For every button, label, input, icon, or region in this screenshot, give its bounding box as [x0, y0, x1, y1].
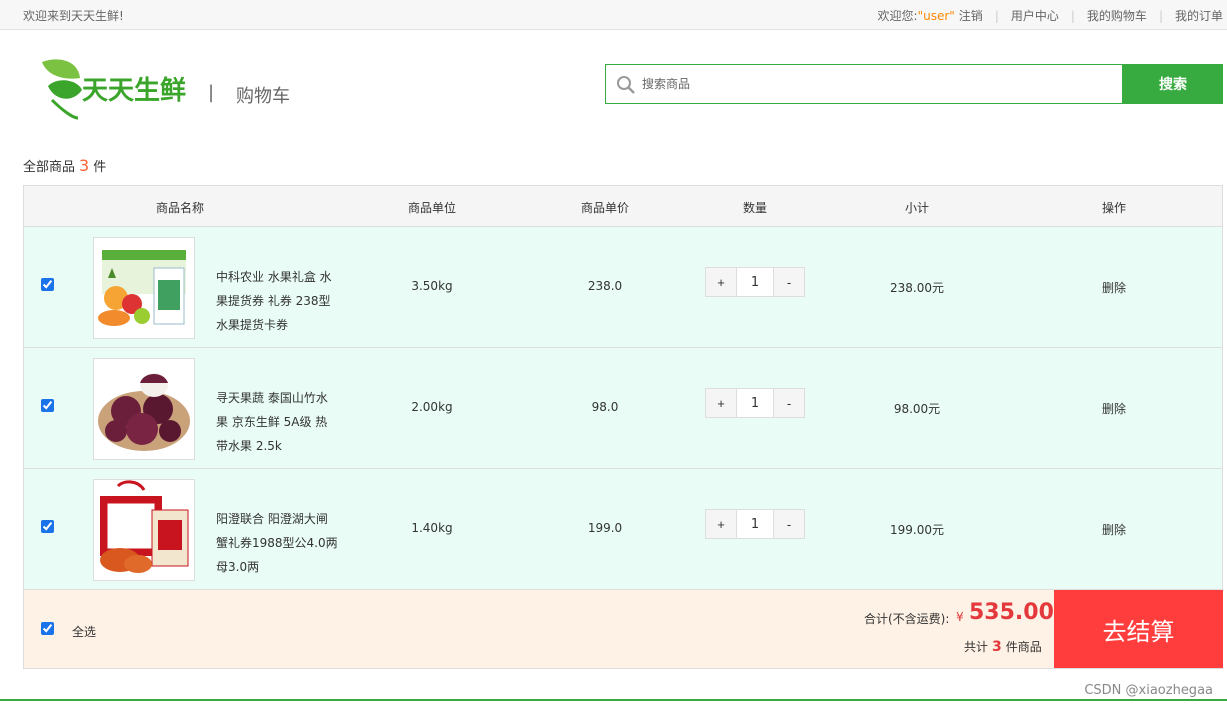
select-all-checkbox[interactable]	[41, 622, 54, 635]
delete-link[interactable]: 删除	[1102, 279, 1126, 296]
crab-gift-box-icon	[94, 480, 194, 580]
decrease-button[interactable]: -	[774, 268, 804, 296]
divider: |	[1158, 8, 1163, 23]
product-unit: 3.50kg	[411, 279, 453, 293]
summary-count: 3	[79, 156, 90, 175]
search-button[interactable]: 搜索	[1123, 64, 1223, 104]
top-bar: 欢迎来到天天生鲜! 欢迎您: "user" 注销 | 用户中心 | 我的购物车 …	[0, 0, 1227, 30]
quantity-stepper: + -	[705, 388, 805, 418]
count-prefix: 共计	[964, 640, 989, 654]
increase-button[interactable]: +	[706, 389, 736, 417]
divider: |	[994, 8, 999, 23]
summary-prefix: 全部商品	[23, 160, 76, 175]
product-name[interactable]: 阳澄联合 阳澄湖大闸蟹礼券1988型公4.0两母3.0两	[216, 507, 338, 579]
topbar-links: 欢迎您: "user" 注销 | 用户中心 | 我的购物车 | 我的订单	[878, 7, 1223, 24]
welcome-text: 欢迎来到天天生鲜!	[23, 9, 124, 23]
quantity-stepper: + -	[705, 267, 805, 297]
product-price: 238.0	[587, 279, 623, 293]
cart-count-summary: 全部商品 3 件	[23, 156, 106, 175]
product-price: 98.0	[591, 400, 619, 414]
header-action: 操作	[1101, 201, 1127, 215]
watermark: CSDN @xiaozhegaa	[1084, 683, 1213, 698]
total-price: 535.00	[969, 600, 1054, 625]
select-all-label[interactable]: 全选	[72, 623, 96, 640]
mangosteen-icon	[94, 359, 194, 459]
increase-button[interactable]: +	[706, 510, 736, 538]
quantity-input[interactable]	[736, 389, 774, 417]
summary-suffix: 件	[93, 160, 107, 175]
product-price: 199.0	[587, 521, 623, 535]
search-input[interactable]	[642, 65, 1112, 103]
product-unit: 2.00kg	[411, 400, 453, 414]
count-suffix: 件商品	[1005, 640, 1042, 654]
delete-link[interactable]: 删除	[1102, 521, 1126, 538]
count-value: 3	[992, 639, 1002, 655]
header-divider: |	[208, 82, 215, 103]
search-icon	[617, 76, 635, 94]
row-checkbox[interactable]	[41, 520, 54, 533]
header-price: 商品单价	[580, 201, 630, 215]
quantity-input[interactable]	[736, 268, 774, 296]
total-count: 共计 3 件商品	[964, 638, 1042, 655]
cart-footer: 全选 合计(不含运费): ¥ 535.00 共计 3 件商品 去结算	[24, 590, 1223, 668]
my-cart-link[interactable]: 我的购物车	[1087, 7, 1147, 24]
total-label: 合计(不含运费):	[864, 612, 950, 626]
search-box	[605, 64, 1123, 104]
header-subtotal: 小计	[904, 201, 930, 215]
user-center-link[interactable]: 用户中心	[1011, 7, 1059, 24]
increase-button[interactable]: +	[706, 268, 736, 296]
row-checkbox[interactable]	[41, 278, 54, 291]
logout-link[interactable]: 注销	[959, 7, 983, 24]
divider: |	[1070, 8, 1075, 23]
table-header: 商品名称 商品单位 商品单价 数量 小计 操作	[24, 186, 1222, 227]
fruit-gift-box-icon	[94, 238, 194, 338]
logo-text: 天天生鲜	[82, 76, 187, 106]
product-thumbnail[interactable]	[93, 237, 195, 339]
product-thumbnail[interactable]	[93, 358, 195, 460]
quantity-stepper: + -	[705, 509, 805, 539]
header-product-name: 商品名称	[155, 201, 205, 215]
cart-row: 阳澄联合 阳澄湖大闸蟹礼券1988型公4.0两母3.0两 1.40kg 199.…	[24, 469, 1222, 590]
quantity-input[interactable]	[736, 510, 774, 538]
my-orders-link[interactable]: 我的订单	[1175, 7, 1223, 24]
decrease-button[interactable]: -	[774, 389, 804, 417]
product-subtotal: 98.00元	[893, 402, 941, 416]
header-quantity: 数量	[742, 201, 768, 215]
product-subtotal: 238.00元	[890, 281, 944, 295]
product-unit: 1.40kg	[411, 521, 453, 535]
cart-row: 寻天果蔬 泰国山竹水果 京东生鲜 5A级 热带水果 2.5k 2.00kg 98…	[24, 348, 1222, 469]
page-title: 购物车	[236, 86, 290, 107]
product-name[interactable]: 寻天果蔬 泰国山竹水果 京东生鲜 5A级 热带水果 2.5k	[216, 386, 338, 458]
product-subtotal: 199.00元	[890, 523, 944, 537]
delete-link[interactable]: 删除	[1102, 400, 1126, 417]
header-unit: 商品单位	[407, 201, 457, 215]
currency-symbol: ¥	[956, 610, 964, 624]
cart-row: 中科农业 水果礼盒 水果提货券 礼券 238型 水果提货卡券 3.50kg 23…	[24, 227, 1222, 348]
row-checkbox[interactable]	[41, 399, 54, 412]
username: "user"	[917, 8, 955, 23]
checkout-button[interactable]: 去结算	[1054, 590, 1223, 668]
decrease-button[interactable]: -	[774, 510, 804, 538]
cart-table: 商品名称 商品单位 商品单价 数量 小计 操作 中科农业 水果礼盒 水果提货券 …	[23, 185, 1223, 669]
product-name[interactable]: 中科农业 水果礼盒 水果提货券 礼券 238型 水果提货卡券	[216, 265, 338, 337]
footer-divider	[0, 699, 1227, 701]
greeting-text: 欢迎您:	[877, 9, 918, 23]
product-thumbnail[interactable]	[93, 479, 195, 581]
